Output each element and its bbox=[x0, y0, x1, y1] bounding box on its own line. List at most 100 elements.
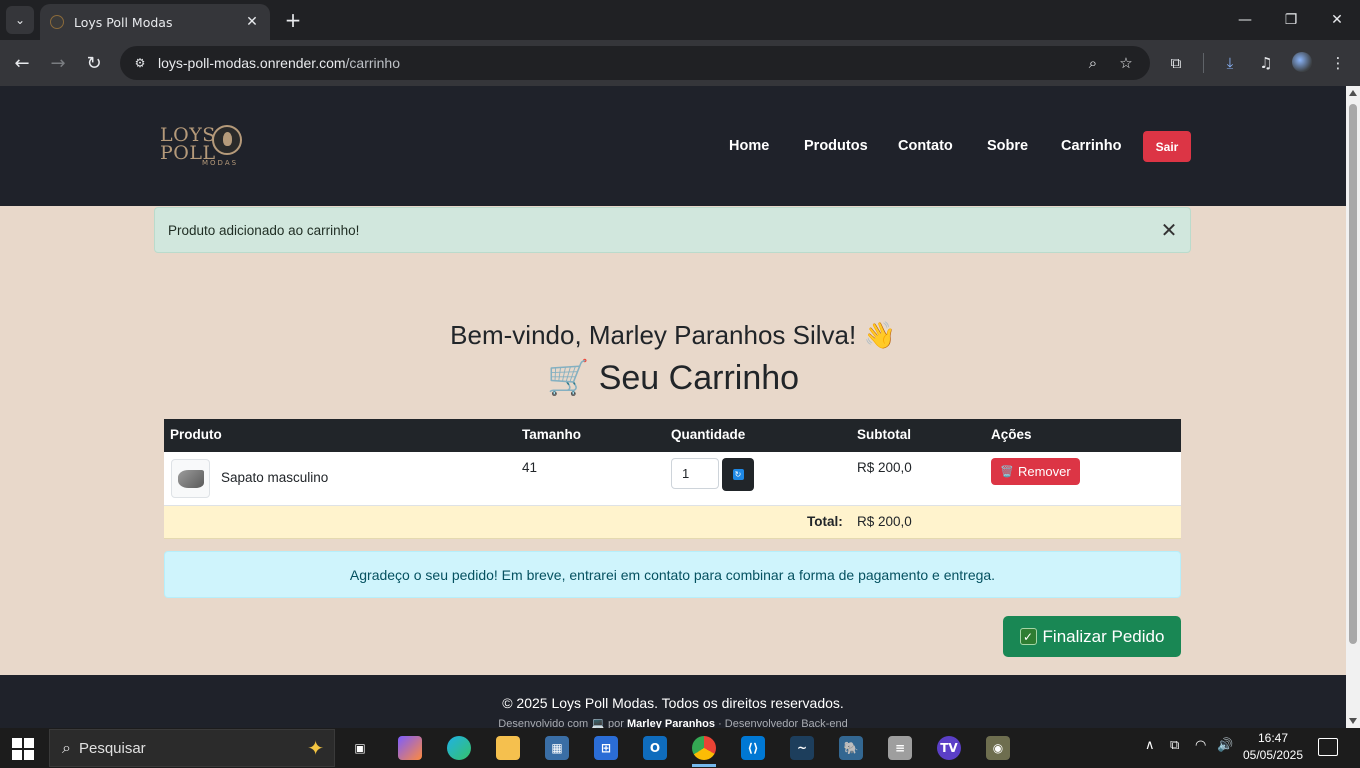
tab-title: Loys Poll Modas bbox=[74, 14, 173, 30]
site-info-icon[interactable]: ⚙ bbox=[132, 55, 148, 71]
restore-icon[interactable]: ❐ bbox=[1268, 0, 1314, 40]
zoom-search-icon[interactable]: ⌕ bbox=[1084, 54, 1102, 72]
trash-icon: 🗑️ bbox=[1000, 466, 1014, 478]
file-explorer-icon[interactable] bbox=[488, 733, 528, 763]
check-icon: ✓ bbox=[1019, 628, 1037, 645]
edge-icon[interactable] bbox=[439, 733, 479, 763]
footer-developer: Desenvolvido com 💻 por Marley Paranhos ·… bbox=[498, 718, 848, 728]
table-row: Sapato masculino 41 1 ↻ R$ 200,0 🗑️ Remo… bbox=[164, 452, 1181, 506]
media-control-icon[interactable]: ♫ bbox=[1255, 52, 1277, 74]
quantity-input[interactable]: 1 bbox=[671, 458, 719, 489]
info-alert-message: Agradeço o seu pedido! Em breve, entrare… bbox=[349, 566, 996, 583]
profile-avatar[interactable] bbox=[1292, 52, 1312, 72]
logout-button[interactable]: Sair bbox=[1143, 131, 1191, 162]
logo-portrait-icon bbox=[212, 125, 242, 155]
wifi-icon[interactable]: ◠ bbox=[1195, 738, 1206, 753]
volume-icon[interactable]: 🔊 bbox=[1217, 738, 1233, 753]
meet-now-icon[interactable]: ⧉ bbox=[1170, 738, 1179, 753]
page-scrollbar[interactable] bbox=[1346, 86, 1360, 728]
browser-tabstrip: ⌄ Loys Poll Modas ✕ + — ❐ ✕ bbox=[0, 0, 1360, 40]
close-alert-icon[interactable]: ✕ bbox=[1158, 218, 1180, 242]
system-clock[interactable]: 16:47 05/05/2025 bbox=[1238, 730, 1308, 764]
scrollbar-thumb[interactable] bbox=[1349, 104, 1357, 644]
nav-sobre[interactable]: Sobre bbox=[987, 138, 1028, 154]
page-viewport: LOYS POLL MODAS Home Produtos Contato So… bbox=[0, 86, 1346, 728]
finalize-label: Finalizar Pedido bbox=[1042, 626, 1165, 646]
address-url[interactable]: loys-poll-modas.onrender.com/carrinho bbox=[158, 55, 400, 71]
sparkle-icon: ✦ bbox=[307, 736, 324, 760]
nav-produtos[interactable]: Produtos bbox=[804, 138, 868, 154]
col-produto: Produto bbox=[170, 427, 222, 442]
footer-copyright: © 2025 Loys Poll Modas. Todos os direito… bbox=[502, 695, 844, 711]
close-window-icon[interactable]: ✕ bbox=[1314, 0, 1360, 40]
clock-date: 05/05/2025 bbox=[1242, 748, 1304, 762]
nav-home[interactable]: Home bbox=[729, 138, 769, 154]
total-value: R$ 200,0 bbox=[857, 514, 912, 529]
windows-taskbar: ⌕ Pesquisar ✦ ▣ ▦ ⊞ O ⟨⟩ ~ 🐘 ≡ TV ◉ ∧ ⧉ … bbox=[0, 728, 1360, 768]
product-name: Sapato masculino bbox=[221, 470, 329, 485]
row-subtotal: R$ 200,0 bbox=[857, 460, 912, 475]
scroll-down-icon[interactable] bbox=[1349, 718, 1357, 724]
outlook-icon[interactable]: O bbox=[635, 733, 675, 763]
microsoft-store-icon[interactable]: ⊞ bbox=[586, 733, 626, 763]
product-size: 41 bbox=[522, 460, 538, 475]
scroll-up-icon[interactable] bbox=[1349, 90, 1357, 96]
copilot-icon[interactable] bbox=[390, 733, 430, 763]
browser-tab-active[interactable]: Loys Poll Modas ✕ bbox=[40, 4, 270, 40]
tv-app-icon[interactable]: TV bbox=[929, 733, 969, 763]
cart-title: 🛒 Seu Carrinho bbox=[546, 359, 800, 397]
col-tamanho: Tamanho bbox=[522, 427, 582, 442]
info-alert: Agradeço o seu pedido! Em breve, entrare… bbox=[164, 551, 1181, 598]
browser-toolbar: ← → ↻ ⚙ loys-poll-modas.onrender.com/car… bbox=[0, 40, 1360, 86]
remove-label: Remover bbox=[1017, 464, 1071, 479]
site-footer: © 2025 Loys Poll Modas. Todos os direito… bbox=[0, 675, 1346, 728]
search-icon: ⌕ bbox=[62, 738, 71, 757]
developer-name[interactable]: Marley Paranhos bbox=[627, 718, 715, 728]
show-hidden-icons-icon[interactable]: ∧ bbox=[1145, 738, 1155, 753]
reload-icon[interactable]: ↻ bbox=[80, 49, 108, 77]
site-header: LOYS POLL MODAS Home Produtos Contato So… bbox=[0, 86, 1346, 206]
task-view-icon[interactable]: ▣ bbox=[340, 733, 380, 763]
menu-kebab-icon[interactable]: ⋮ bbox=[1327, 52, 1349, 74]
download-icon[interactable]: ⤓ bbox=[1219, 52, 1241, 74]
extensions-icon[interactable]: ⧉ bbox=[1165, 52, 1187, 74]
notifications-icon[interactable] bbox=[1318, 738, 1338, 756]
refresh-icon: ↻ bbox=[732, 469, 744, 480]
taskbar-search-placeholder: Pesquisar bbox=[78, 739, 146, 757]
site-logo[interactable]: LOYS POLL MODAS bbox=[160, 122, 250, 172]
welcome-heading: Bem-vindo, Marley Paranhos Silva! 👋 bbox=[450, 320, 896, 350]
minimize-icon[interactable]: — bbox=[1222, 0, 1268, 40]
back-arrow-icon[interactable]: ← bbox=[8, 49, 36, 77]
nav-contato[interactable]: Contato bbox=[898, 138, 953, 154]
success-alert-message: Produto adicionado ao carrinho! bbox=[168, 222, 360, 238]
chrome-icon[interactable] bbox=[684, 733, 724, 767]
toolbar-divider bbox=[1203, 53, 1204, 73]
forward-arrow-icon[interactable]: → bbox=[44, 49, 72, 77]
table-header: Produto Tamanho Quantidade Subtotal Açõe… bbox=[164, 419, 1181, 452]
col-acoes: Ações bbox=[991, 427, 1032, 442]
cart-table: Produto Tamanho Quantidade Subtotal Açõe… bbox=[164, 419, 1181, 539]
postgresql-icon[interactable]: 🐘 bbox=[831, 733, 871, 763]
update-quantity-button[interactable]: ↻ bbox=[722, 458, 754, 491]
tab-close-icon[interactable]: ✕ bbox=[244, 14, 260, 30]
site-favicon-icon bbox=[50, 15, 64, 29]
nav-carrinho[interactable]: Carrinho bbox=[1061, 138, 1121, 154]
tab-search-button[interactable]: ⌄ bbox=[6, 6, 34, 34]
finalize-order-button[interactable]: ✓ Finalizar Pedido bbox=[1003, 616, 1181, 657]
new-tab-button[interactable]: + bbox=[280, 6, 306, 34]
clock-time: 16:47 bbox=[1257, 731, 1289, 745]
bookmark-star-icon[interactable]: ☆ bbox=[1117, 54, 1135, 72]
address-bar[interactable]: ⚙ loys-poll-modas.onrender.com/carrinho bbox=[120, 46, 1150, 80]
table-total-row: Total: R$ 200,0 bbox=[164, 506, 1181, 539]
database-icon[interactable]: ≡ bbox=[880, 733, 920, 763]
windows-start-icon[interactable] bbox=[12, 738, 34, 760]
vscode-icon[interactable]: ⟨⟩ bbox=[733, 733, 773, 763]
total-label: Total: bbox=[807, 514, 843, 529]
remove-button[interactable]: 🗑️ Remover bbox=[991, 458, 1080, 485]
gimp-icon[interactable]: ◉ bbox=[978, 733, 1018, 763]
success-alert: Produto adicionado ao carrinho! ✕ bbox=[154, 207, 1191, 253]
taskbar-search[interactable]: ⌕ Pesquisar ✦ bbox=[49, 729, 335, 767]
calculator-icon[interactable]: ▦ bbox=[537, 733, 577, 763]
mysql-workbench-icon[interactable]: ~ bbox=[782, 733, 822, 763]
product-thumbnail[interactable] bbox=[171, 459, 210, 498]
